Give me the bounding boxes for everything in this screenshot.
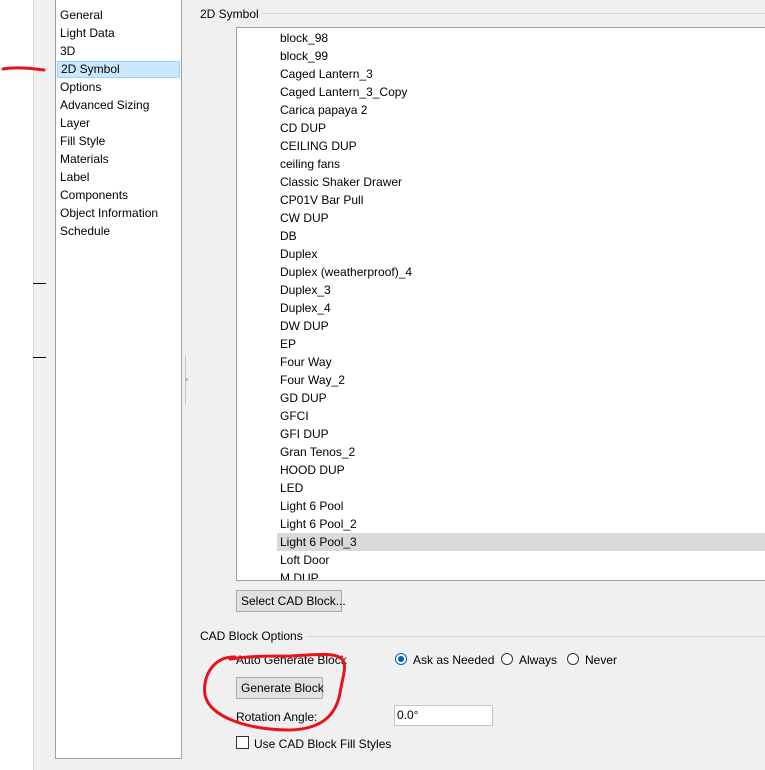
category-nav-list[interactable]: General Light Data 3D 2D Symbol Options … [55, 0, 182, 759]
list-item[interactable]: GFI DUP [277, 425, 765, 443]
list-item[interactable]: Caged Lantern_3_Copy [277, 83, 765, 101]
list-item[interactable]: Four Way_2 [277, 371, 765, 389]
background-line [33, 357, 46, 358]
list-item[interactable]: Duplex_4 [277, 299, 765, 317]
list-item[interactable]: Duplex (weatherproof)_4 [277, 263, 765, 281]
dialog-left-edge [33, 0, 46, 770]
nav-item-general[interactable]: General [57, 7, 180, 24]
list-item[interactable]: Classic Shaker Drawer [277, 173, 765, 191]
radio-ask-label: Ask as Needed [413, 653, 495, 667]
group-divider [307, 636, 765, 637]
list-item[interactable]: Caged Lantern_3 [277, 65, 765, 83]
radio-never[interactable] [567, 653, 579, 665]
list-item-selected[interactable]: Light 6 Pool_3 [277, 533, 765, 551]
nav-item-3d[interactable]: 3D [57, 43, 180, 60]
nav-item-fill-style[interactable]: Fill Style [57, 133, 180, 150]
auto-generate-label: Auto Generate Block [236, 653, 347, 667]
radio-always-label: Always [519, 653, 558, 667]
list-item[interactable]: block_98 [277, 29, 765, 47]
nav-item-label[interactable]: Label [57, 169, 180, 186]
nav-item-layer[interactable]: Layer [57, 115, 180, 132]
group-divider [262, 13, 765, 14]
background-line [33, 283, 46, 284]
list-item[interactable]: Duplex [277, 245, 765, 263]
rotation-angle-input[interactable]: 0.0° [394, 705, 493, 726]
list-item[interactable]: GD DUP [277, 389, 765, 407]
list-item[interactable]: GFCI [277, 407, 765, 425]
symbol-group-title: 2D Symbol [200, 7, 259, 21]
nav-item-advanced-sizing[interactable]: Advanced Sizing [57, 97, 180, 114]
list-item[interactable]: Four Way [277, 353, 765, 371]
list-item[interactable]: Light 6 Pool_2 [277, 515, 765, 533]
nav-item-object-information[interactable]: Object Information [57, 205, 180, 222]
rotation-angle-label: Rotation Angle: [236, 710, 318, 724]
list-item[interactable]: EP [277, 335, 765, 353]
list-item[interactable]: DW DUP [277, 317, 765, 335]
background-window-strip [0, 0, 33, 770]
list-item[interactable]: LED [277, 479, 765, 497]
use-fill-styles-checkbox[interactable] [236, 736, 249, 749]
list-item[interactable]: ceiling fans [277, 155, 765, 173]
radio-never-label: Never [585, 653, 618, 667]
radio-ask-as-needed[interactable] [395, 653, 407, 665]
nav-item-light-data[interactable]: Light Data [57, 25, 180, 42]
list-item[interactable]: M DUP [277, 569, 765, 580]
select-cad-block-button[interactable]: Select CAD Block... [236, 590, 346, 612]
list-item[interactable]: HOOD DUP [277, 461, 765, 479]
list-item[interactable]: CEILING DUP [277, 137, 765, 155]
list-item[interactable]: Duplex_3 [277, 281, 765, 299]
list-item[interactable]: Carica papaya 2 [277, 101, 765, 119]
list-item[interactable]: DB [277, 227, 765, 245]
nav-item-options[interactable]: Options [57, 79, 180, 96]
nav-item-2d-symbol[interactable]: 2D Symbol [57, 61, 180, 78]
nav-item-components[interactable]: Components [57, 187, 180, 204]
use-fill-styles-label: Use CAD Block Fill Styles [254, 737, 392, 751]
list-item[interactable]: block_99 [277, 47, 765, 65]
list-item[interactable]: Light 6 Pool [277, 497, 765, 515]
list-item[interactable]: Gran Tenos_2 [277, 443, 765, 461]
generate-block-button[interactable]: Generate Block [236, 677, 324, 699]
list-item[interactable]: Loft Door [277, 551, 765, 569]
splitter-grip [185, 378, 188, 381]
nav-item-materials[interactable]: Materials [57, 151, 180, 168]
cad-options-group-title: CAD Block Options [200, 629, 303, 643]
cad-block-list[interactable]: block_98 block_99 Caged Lantern_3 Caged … [236, 27, 765, 581]
radio-always[interactable] [501, 653, 513, 665]
list-item[interactable]: CW DUP [277, 209, 765, 227]
list-item[interactable]: CD DUP [277, 119, 765, 137]
list-item[interactable]: CP01V Bar Pull [277, 191, 765, 209]
nav-item-schedule[interactable]: Schedule [57, 223, 180, 240]
